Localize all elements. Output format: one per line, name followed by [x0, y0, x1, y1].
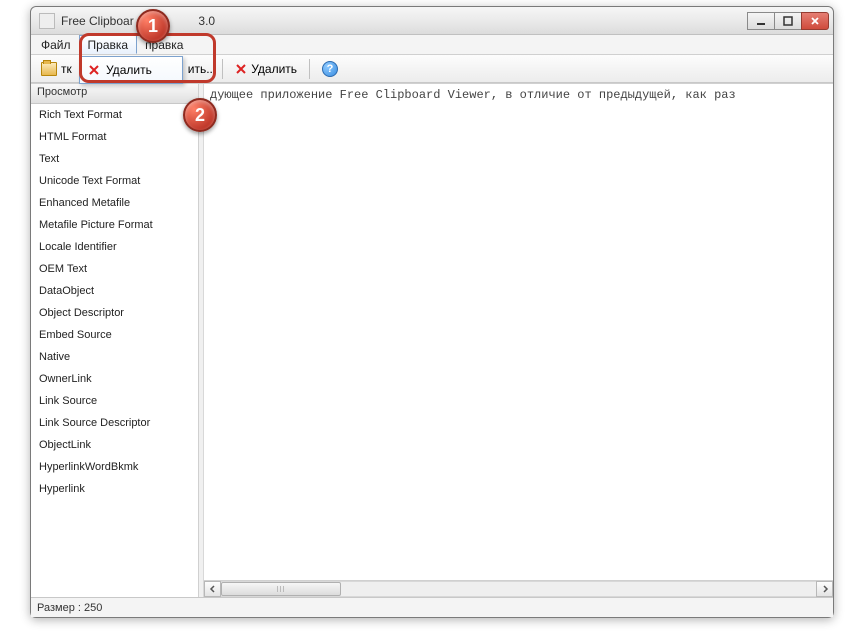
help-icon: ?	[322, 61, 338, 77]
delete-icon	[235, 63, 247, 75]
close-button[interactable]	[801, 12, 829, 30]
window-title: Free Clipboar 3.0	[59, 14, 748, 28]
close-icon	[810, 16, 820, 26]
menu-help[interactable]: правка	[137, 35, 191, 54]
chevron-left-icon	[209, 585, 217, 593]
chevron-right-icon	[821, 585, 829, 593]
list-item[interactable]: Link Source	[31, 390, 198, 412]
menu-file[interactable]: Файл	[33, 35, 79, 54]
list-item[interactable]: ObjectLink	[31, 434, 198, 456]
list-item[interactable]: Enhanced Metafile	[31, 192, 198, 214]
list-item[interactable]: OEM Text	[31, 258, 198, 280]
list-item[interactable]: Link Source Descriptor	[31, 412, 198, 434]
list-item[interactable]: DataObject	[31, 280, 198, 302]
list-item[interactable]: Text	[31, 148, 198, 170]
list-item[interactable]: HyperlinkWordBkmk	[31, 456, 198, 478]
save-label-fragment: ить...	[188, 62, 216, 76]
scroll-left-button[interactable]	[204, 581, 221, 597]
scroll-thumb[interactable]	[221, 582, 341, 596]
list-item[interactable]: HTML Format	[31, 126, 198, 148]
app-window: Free Clipboar 3.0 Файл Правка правка тк …	[30, 6, 834, 618]
delete-icon	[88, 64, 100, 76]
app-icon	[39, 13, 55, 29]
list-item[interactable]: Native	[31, 346, 198, 368]
content-area: Просмотр Rich Text Format HTML Format Te…	[31, 83, 833, 597]
list-item[interactable]: Hyperlink	[31, 478, 198, 500]
list-item[interactable]: Rich Text Format	[31, 104, 198, 126]
toolbar-separator	[222, 59, 223, 79]
menu-delete[interactable]: Удалить	[82, 59, 180, 81]
list-item[interactable]: Embed Source	[31, 324, 198, 346]
toolbar-separator	[309, 59, 310, 79]
status-size: Размер : 250	[37, 602, 102, 614]
help-button[interactable]: ?	[316, 59, 344, 79]
menubar: Файл Правка правка	[31, 35, 833, 55]
scroll-right-button[interactable]	[816, 581, 833, 597]
minimize-icon	[756, 16, 766, 26]
maximize-icon	[783, 16, 793, 26]
list-item[interactable]: OwnerLink	[31, 368, 198, 390]
delete-label: Удалить	[251, 62, 297, 76]
list-item[interactable]: Metafile Picture Format	[31, 214, 198, 236]
main-panel: дующее приложение Free Clipboard Viewer,…	[204, 84, 833, 597]
menu-edit[interactable]: Правка	[79, 35, 138, 54]
delete-button[interactable]: Удалить	[229, 60, 303, 78]
open-button[interactable]: тк	[35, 60, 78, 78]
menu-delete-label: Удалить	[106, 63, 152, 77]
horizontal-scrollbar[interactable]	[204, 580, 833, 597]
statusbar: Размер : 250	[31, 597, 833, 617]
titlebar[interactable]: Free Clipboar 3.0	[31, 7, 833, 35]
edit-menu-dropdown: Удалить	[79, 56, 183, 84]
list-item[interactable]: Object Descriptor	[31, 302, 198, 324]
document-view[interactable]: дующее приложение Free Clipboard Viewer,…	[204, 84, 833, 580]
list-item[interactable]: Unicode Text Format	[31, 170, 198, 192]
sidebar: Просмотр Rich Text Format HTML Format Te…	[31, 84, 199, 597]
folder-icon	[41, 62, 57, 76]
sidebar-header: Просмотр	[31, 84, 198, 104]
format-list[interactable]: Rich Text Format HTML Format Text Unicod…	[31, 104, 198, 597]
scroll-track[interactable]	[221, 581, 816, 597]
minimize-button[interactable]	[747, 12, 775, 30]
maximize-button[interactable]	[774, 12, 802, 30]
list-item[interactable]: Locale Identifier	[31, 236, 198, 258]
open-label-fragment: тк	[61, 62, 72, 76]
